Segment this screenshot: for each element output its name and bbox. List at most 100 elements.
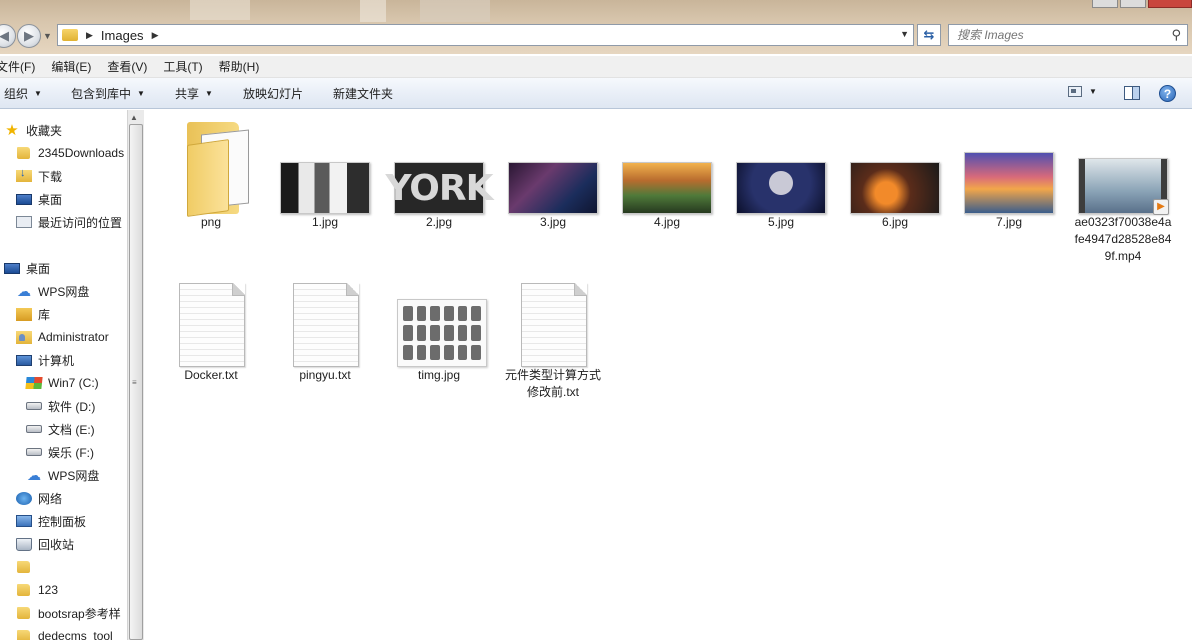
nav-wps-cloud[interactable]: ☁ WPS网盘 [16,280,89,302]
nav-folder-dedecms[interactable]: dedecms_tool [16,625,113,640]
navigation-scrollbar[interactable]: ▲ ≡ [127,110,144,640]
nav-computer[interactable]: 计算机 [16,349,74,371]
forward-button[interactable]: ▶ [17,24,41,48]
folder-icon [17,630,30,640]
search-box[interactable]: ⚲ [948,24,1188,46]
nav-desktop[interactable]: 桌面 [4,257,50,279]
nav-desktop-fav[interactable]: 桌面 [16,188,62,210]
nav-label: WPS网盘 [38,284,90,299]
menu-edit[interactable]: 编辑(E) [51,58,98,75]
close-button[interactable] [1148,0,1192,8]
nav-downloads[interactable]: 下载 [16,165,62,187]
file-item-2-jpg[interactable]: YORK 2.jpg [386,110,494,231]
file-item-5-jpg[interactable]: 5.jpg [731,110,831,231]
menu-file[interactable]: 文件(F) [0,58,42,75]
file-item-6-jpg[interactable]: 6.jpg [845,110,945,231]
file-item-3-jpg[interactable]: 3.jpg [503,110,603,231]
folder-icon [17,561,30,573]
file-item-7-jpg[interactable]: 7.jpg [959,110,1059,231]
nav-folder-123[interactable]: 123 [16,579,58,601]
slideshow-label: 放映幻灯片 [243,86,304,101]
chevron-down-icon: ▼ [137,88,145,98]
file-item-component-txt[interactable]: 元件类型计算方式修改前.txt [503,263,603,401]
title-bar: ◀ ▶ ▼ ▶ Images ▶ ▼ ⇆ ⚲ [0,0,1192,54]
nav-label: 123 [38,583,59,597]
image-thumbnail [508,162,598,214]
file-item-pingyu-txt[interactable]: pingyu.txt [275,263,375,384]
nav-favorites[interactable]: ★ 收藏夹 [4,119,62,141]
image-thumbnail [736,162,826,214]
scroll-up-icon[interactable]: ▲ [130,113,138,122]
new-folder-button[interactable]: 新建文件夹 [333,85,393,102]
preview-pane-button[interactable] [1124,86,1140,100]
image-thumbnail [964,152,1054,214]
nav-unnamed-folder[interactable] [16,556,38,578]
file-item-mp4[interactable]: ▶ ae0323f70038e4afe4947d28528e849f.mp4 [1073,110,1173,265]
chevron-right-icon[interactable]: ▶ [86,30,93,41]
nav-label: 软件 (D:) [48,399,96,414]
scroll-grip-icon: ≡ [132,378,137,387]
share-button[interactable]: 共享 ▼ [175,85,213,102]
text-file-icon [179,283,245,367]
minimize-button[interactable] [1092,0,1118,8]
include-library-button[interactable]: 包含到库中 ▼ [71,85,145,102]
menu-view[interactable]: 查看(V) [107,58,154,75]
chevron-down-icon: ▼ [1089,87,1097,96]
video-thumbnail: ▶ [1078,158,1169,215]
navigation-pane: ★ 收藏夹 2345Downloads 下载 桌面 最近访问的位置 桌面 ☁ WPS… [0,110,127,640]
play-icon: ▶ [1153,199,1169,215]
nav-network[interactable]: 网络 [16,487,62,509]
image-thumbnail [397,299,487,367]
nav-label: 文档 (E:) [48,422,95,437]
image-thumbnail [850,162,940,214]
address-dropdown-icon[interactable]: ▼ [900,29,909,39]
help-icon: ? [1163,86,1172,101]
nav-recycle-bin[interactable]: 回收站 [16,533,74,555]
nav-2345downloads[interactable]: 2345Downloads [16,142,124,164]
address-bar[interactable]: ▶ Images ▶ ▼ [57,24,914,46]
nav-administrator[interactable]: Administrator [16,326,109,348]
nav-control-panel[interactable]: 控制面板 [16,510,86,532]
nav-label: 回收站 [38,537,75,552]
nav-drive-f[interactable]: 娱乐 (F:) [26,441,94,463]
file-item-4-jpg[interactable]: 4.jpg [617,110,717,231]
nav-libraries[interactable]: 库 [16,303,50,325]
recent-pages-dropdown[interactable]: ▼ [43,31,52,41]
nav-drive-c[interactable]: Win7 (C:) [25,372,99,394]
text-file-icon [521,283,587,367]
refresh-button[interactable]: ⇆ [917,24,941,46]
menu-tools[interactable]: 工具(T) [163,58,209,75]
nav-label: 桌面 [38,192,63,207]
slideshow-button[interactable]: 放映幻灯片 [243,85,303,102]
organize-button[interactable]: 组织 ▼ [4,85,42,102]
folder-icon [62,29,78,41]
file-item-timg-jpg[interactable]: timg.jpg [389,263,489,384]
nav-drive-e[interactable]: 文档 (E:) [26,418,95,440]
nav-label: 2345Downloads [38,146,125,160]
nav-wps-cloud-2[interactable]: ☁ WPS网盘 [26,464,99,486]
nav-recent-places[interactable]: 最近访问的位置 [16,211,122,233]
maximize-button[interactable] [1120,0,1146,8]
file-name: 3.jpg [539,215,567,229]
back-button[interactable]: ◀ [0,24,16,48]
search-input[interactable] [955,26,1160,44]
nav-folder-bootstrap[interactable]: bootsrap参考样 [16,602,121,624]
file-name: 2.jpg [425,215,453,229]
file-item-png-folder[interactable]: png [161,110,261,231]
menu-help[interactable]: 帮助(H) [219,58,267,75]
file-item-docker-txt[interactable]: Docker.txt [161,263,261,384]
change-view-button[interactable]: ▼ [1068,86,1097,97]
file-item-1-jpg[interactable]: 1.jpg [275,110,375,231]
nav-drive-d[interactable]: 软件 (D:) [26,395,95,417]
user-folder-icon [16,330,32,344]
help-button[interactable]: ? [1159,85,1176,102]
text-file-icon [293,283,359,367]
breadcrumb-images[interactable]: Images [101,28,144,43]
file-name: 5.jpg [767,215,795,229]
new-folder-label: 新建文件夹 [333,86,394,101]
network-icon [16,491,32,505]
drive-icon [26,425,42,433]
folder-icon [17,147,30,159]
chevron-right-icon[interactable]: ▶ [152,30,159,41]
search-icon[interactable]: ⚲ [1171,27,1181,43]
